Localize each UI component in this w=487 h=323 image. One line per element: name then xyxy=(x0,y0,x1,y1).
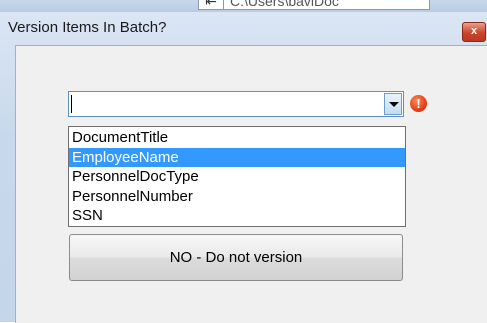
field-combobox[interactable] xyxy=(68,91,404,117)
background-nav-icon: ⇤ xyxy=(199,0,224,9)
dropdown-item-ssn[interactable]: SSN xyxy=(69,206,405,226)
background-path-text: C:\Users\bavlDoc xyxy=(230,0,339,9)
close-button[interactable]: x xyxy=(462,22,486,42)
dropdown-arrow-button[interactable] xyxy=(384,93,402,115)
dropdown-item-personneldoctype[interactable]: PersonnelDocType xyxy=(69,167,405,187)
dropdown-item-personnelnumber[interactable]: PersonnelNumber xyxy=(69,187,405,207)
dropdown-item-documenttitle[interactable]: DocumentTitle xyxy=(69,128,405,148)
error-icon: ! xyxy=(410,95,427,112)
dialog-title: Version Items In Batch? xyxy=(8,19,167,36)
dropdown-list[interactable]: DocumentTitle EmployeeName PersonnelDocT… xyxy=(68,126,406,227)
dialog-titlebar[interactable]: Version Items In Batch? x xyxy=(0,12,487,42)
background-path-box: ⇤ C:\Users\bavlDoc xyxy=(198,0,430,10)
no-version-button[interactable]: NO - Do not version xyxy=(69,234,403,281)
background-window: ⇤ C:\Users\bavlDoc xyxy=(0,0,487,12)
dropdown-item-employeename[interactable]: EmployeeName xyxy=(69,147,405,167)
text-caret xyxy=(71,95,72,113)
close-icon: x xyxy=(470,25,478,37)
